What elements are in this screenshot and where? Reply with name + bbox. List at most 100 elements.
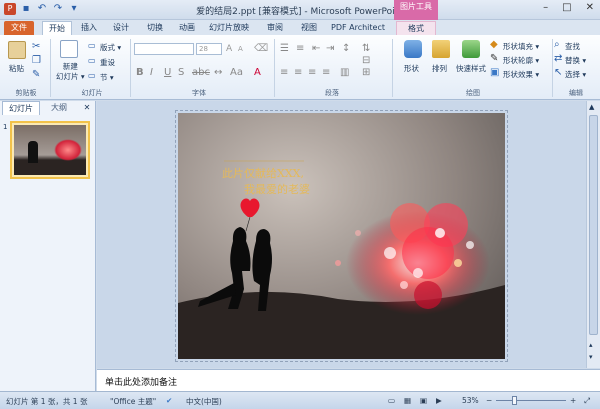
thumbnail-couple — [28, 141, 38, 163]
italic-icon[interactable]: I — [150, 67, 153, 79]
vertical-scrollbar[interactable]: ▲ ▴ ▾ — [586, 101, 600, 368]
bokeh-heart — [335, 203, 490, 315]
slide-thumbnail[interactable] — [10, 121, 90, 179]
fit-slide-icon[interactable]: ⤢ — [584, 396, 590, 406]
increase-indent-icon[interactable]: ⇥ — [326, 43, 334, 55]
strikethrough-icon[interactable]: abc — [192, 67, 210, 79]
zoom-in-icon[interactable]: + — [570, 396, 576, 405]
numbering-icon[interactable]: ≡ — [296, 43, 304, 55]
font-size-combo[interactable]: 28 — [196, 43, 222, 55]
normal-view-icon[interactable]: ▭ — [388, 396, 395, 405]
new-slide-button[interactable]: 新建 幻灯片 ▾ — [56, 62, 85, 82]
shadow-icon[interactable]: S — [178, 67, 184, 79]
slide-sorter-icon[interactable]: ▦ — [404, 396, 411, 405]
smartart-icon[interactable]: ⊞ — [362, 67, 370, 79]
grow-font-icon[interactable]: A — [226, 43, 232, 55]
spellcheck-icon[interactable]: ✔ — [166, 396, 172, 405]
slideshow-icon[interactable]: ▶ — [436, 396, 442, 405]
prev-slide-icon[interactable]: ▴ — [589, 341, 593, 349]
align-right-icon[interactable]: ≡ — [308, 67, 316, 79]
replace-button[interactable]: 替换 ▾ — [565, 55, 586, 66]
tab-pdf-architect[interactable]: PDF Architect — [330, 21, 386, 35]
tab-review[interactable]: 审阅 — [262, 21, 288, 35]
status-bar: 幻灯片 第 1 张，共 1 张 "Office 主题" ✔ 中文(中国) ▭ ▦… — [0, 391, 600, 409]
tab-transitions[interactable]: 切换 — [142, 21, 168, 35]
tab-view[interactable]: 视图 — [296, 21, 322, 35]
tab-outline-pane[interactable]: 大纲 — [42, 101, 76, 115]
shape-outline-button[interactable]: 形状轮廓 ▾ — [503, 55, 539, 66]
find-button[interactable]: 查找 — [565, 41, 580, 52]
theme-name[interactable]: "Office 主题" — [110, 396, 156, 407]
new-slide-icon[interactable] — [60, 40, 78, 58]
quick-styles-button[interactable]: 快速样式 — [456, 63, 486, 74]
slide-counter: 幻灯片 第 1 张，共 1 张 — [6, 397, 88, 406]
tab-slideshow[interactable]: 幻灯片放映 — [204, 21, 254, 35]
align-center-icon[interactable]: ≡ — [294, 67, 302, 79]
section-button[interactable]: 节 ▾ — [100, 72, 114, 83]
next-slide-icon[interactable]: ▾ — [589, 353, 593, 361]
reset-button[interactable]: 重设 — [100, 57, 115, 68]
shapes-icon[interactable] — [404, 40, 422, 58]
text-direction-icon[interactable]: ⇅ — [362, 43, 370, 55]
shape-effects-button[interactable]: 形状效果 ▾ — [503, 69, 539, 80]
spacing-icon[interactable]: ↔ — [214, 67, 222, 79]
decrease-indent-icon[interactable]: ⇤ — [312, 43, 320, 55]
scroll-thumb[interactable] — [589, 115, 598, 335]
notes-placeholder[interactable]: 单击此处添加备注 — [105, 375, 177, 388]
slide-number: 1 — [3, 123, 8, 131]
slide-editing-area: 此片仅献给XXX, 我最爱的老婆 — [97, 101, 586, 368]
underline-icon[interactable]: U — [164, 67, 171, 79]
line-spacing-icon[interactable]: ↕ — [342, 43, 350, 55]
align-left-icon[interactable]: ≡ — [280, 67, 288, 79]
cut-icon[interactable]: ✂ — [32, 41, 40, 53]
close-pane-icon[interactable]: ✕ — [80, 101, 94, 115]
columns-icon[interactable]: ▥ — [340, 67, 349, 79]
thumbnail-image — [14, 125, 86, 175]
notes-pane[interactable]: 单击此处添加备注 — [97, 369, 600, 391]
tab-format[interactable]: 格式 — [396, 21, 436, 35]
shrink-font-icon[interactable]: A — [238, 43, 243, 55]
layout-button[interactable]: 版式 ▾ — [100, 42, 121, 53]
tab-home[interactable]: 开始 — [42, 21, 72, 35]
tab-animations[interactable]: 动画 — [174, 21, 200, 35]
zoom-level[interactable]: 53% — [462, 396, 479, 405]
font-name-combo[interactable] — [134, 43, 194, 55]
quick-styles-icon[interactable] — [462, 40, 480, 58]
clipboard-group-label: 剪贴板 — [15, 89, 37, 97]
change-case-icon[interactable]: Aa — [230, 67, 243, 79]
font-color-icon[interactable]: A — [254, 67, 261, 79]
copy-icon[interactable]: ❐ — [32, 55, 41, 67]
layout-icon: ▭ — [88, 41, 96, 50]
paste-icon[interactable] — [8, 41, 26, 59]
minimize-button[interactable]: – — [543, 2, 548, 13]
slide-canvas[interactable]: 此片仅献给XXX, 我最爱的老婆 — [178, 113, 505, 359]
bullets-icon[interactable]: ☰ — [280, 43, 289, 55]
zoom-out-icon[interactable]: − — [486, 396, 492, 405]
tab-design[interactable]: 设计 — [108, 21, 134, 35]
arrange-button[interactable]: 排列 — [432, 63, 447, 74]
zoom-slider[interactable] — [496, 400, 566, 401]
shape-fill-button[interactable]: 形状填充 ▾ — [503, 41, 539, 52]
maximize-button[interactable]: □ — [562, 2, 571, 13]
language-indicator[interactable]: 中文(中国) — [186, 396, 222, 407]
slide-text-line-2[interactable]: 我最爱的老婆 — [244, 181, 310, 197]
zoom-slider-thumb[interactable] — [512, 396, 517, 405]
paste-button[interactable]: 粘贴 — [9, 63, 24, 74]
tab-insert[interactable]: 插入 — [76, 21, 102, 35]
bold-icon[interactable]: B — [136, 67, 144, 79]
justify-icon[interactable]: ≡ — [322, 67, 330, 79]
slide-text-line-1[interactable]: 此片仅献给XXX, — [222, 165, 304, 181]
select-button[interactable]: 选择 ▾ — [565, 69, 586, 80]
slides-group-label: 幻灯片 — [81, 89, 103, 97]
shapes-button[interactable]: 形状 — [404, 63, 419, 74]
format-painter-icon[interactable]: ✎ — [32, 69, 40, 81]
close-button[interactable]: ✕ — [586, 2, 594, 13]
tab-slides-pane[interactable]: 幻灯片 — [2, 101, 40, 115]
arrange-icon[interactable] — [432, 40, 450, 58]
shape-effects-icon: ▣ — [490, 67, 500, 78]
scroll-up-icon[interactable]: ▲ — [589, 103, 594, 111]
align-text-icon[interactable]: ⊟ — [362, 55, 370, 67]
clear-format-icon[interactable]: ⌫ — [254, 43, 268, 55]
tab-file[interactable]: 文件 — [4, 21, 34, 35]
reading-view-icon[interactable]: ▣ — [420, 396, 427, 405]
